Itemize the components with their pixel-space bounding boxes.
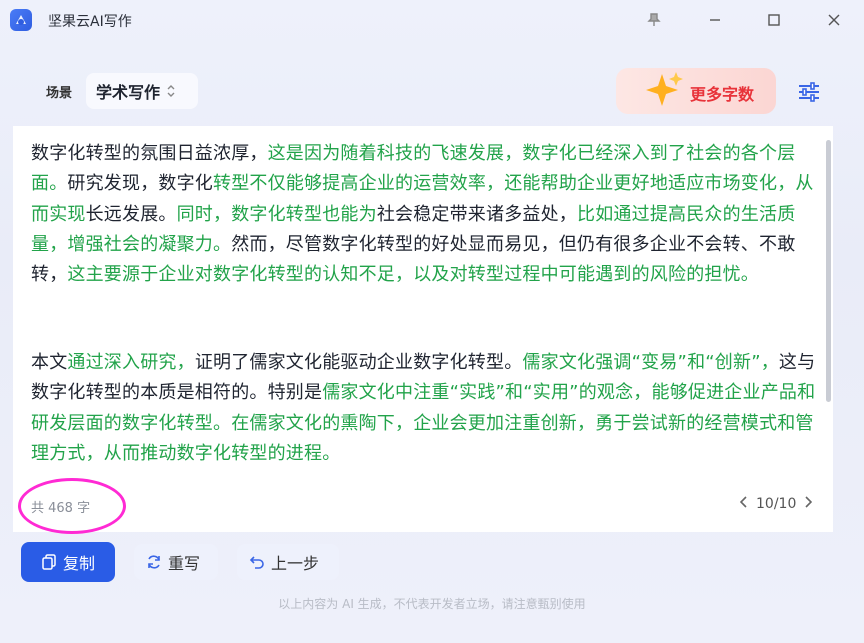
copy-label: 复制 bbox=[62, 554, 95, 573]
rewrite-label: 重写 bbox=[168, 554, 201, 573]
text-segment: 同时，数字化转型也能为 bbox=[176, 203, 377, 225]
text-segment: 研究发现，数字化 bbox=[67, 173, 214, 195]
app-logo-icon bbox=[10, 9, 32, 31]
sparkle-star-icon bbox=[646, 72, 683, 106]
title-bar: 坚果云AI写作 bbox=[0, 0, 864, 40]
pager: 10/10 bbox=[739, 496, 813, 512]
maximize-icon[interactable] bbox=[762, 8, 786, 32]
settings-sliders-icon[interactable] bbox=[796, 79, 822, 105]
text-segment: 本文 bbox=[31, 352, 68, 373]
back-button[interactable]: 上一步 bbox=[237, 544, 339, 580]
more-words-button[interactable]: 更多字数 bbox=[616, 68, 776, 114]
scene-label: 场景 bbox=[46, 86, 73, 101]
app-window: 坚果云AI写作 场景 学术写作 更多字数 数字化转型的氛围日益浓厚，这是因为随着… bbox=[0, 0, 864, 643]
chevron-updown-icon bbox=[166, 84, 176, 98]
text-segment: 这主要源于企业对数字化转型的认知不足，以及对转型过程中可能遇到的风险的担忧。 bbox=[67, 264, 760, 286]
undo-icon bbox=[249, 556, 264, 569]
disclaimer: 以上内容为 AI 生成，不代表开发者立场，请注意甄别使用 bbox=[278, 597, 586, 611]
text-segment: 证明了儒家文化能驱动企业数字化转型。 bbox=[194, 352, 523, 373]
back-label: 上一步 bbox=[271, 554, 320, 573]
scrollbar[interactable] bbox=[826, 140, 831, 402]
text-segment: 长远发展。 bbox=[85, 203, 177, 225]
chevron-right-icon[interactable] bbox=[804, 496, 813, 512]
scene-select[interactable]: 学术写作 bbox=[86, 73, 198, 109]
close-icon[interactable] bbox=[822, 8, 846, 32]
copy-icon bbox=[42, 554, 56, 570]
scene-select-value: 学术写作 bbox=[96, 83, 161, 102]
app-title: 坚果云AI写作 bbox=[48, 14, 132, 30]
text-segment: 数字化转型的氛围日益浓厚， bbox=[31, 143, 268, 164]
text-segment: 社会稳定带来诸多益处， bbox=[376, 203, 578, 225]
highlight-circle bbox=[18, 478, 126, 534]
pin-icon[interactable] bbox=[642, 8, 666, 32]
pager-text: 10/10 bbox=[756, 496, 797, 512]
minimize-icon[interactable] bbox=[703, 8, 727, 32]
paragraph-1: 数字化转型的氛围日益浓厚，这是因为随着科技的飞速发展，数字化已经深入到了社会的各… bbox=[31, 139, 821, 290]
rewrite-button[interactable]: 重写 bbox=[134, 544, 218, 580]
refresh-icon bbox=[148, 555, 160, 569]
chevron-left-icon[interactable] bbox=[739, 496, 748, 512]
text-segment: 通过深入研究， bbox=[67, 352, 195, 373]
more-words-label: 更多字数 bbox=[690, 85, 755, 104]
paragraph-2: 本文通过深入研究，证明了儒家文化能驱动企业数字化转型。儒家文化强调“变易”和“创… bbox=[31, 348, 821, 469]
text-segment: 儒家文化强调“变易”和“创新”， bbox=[522, 352, 779, 373]
copy-button[interactable]: 复制 bbox=[21, 542, 115, 582]
